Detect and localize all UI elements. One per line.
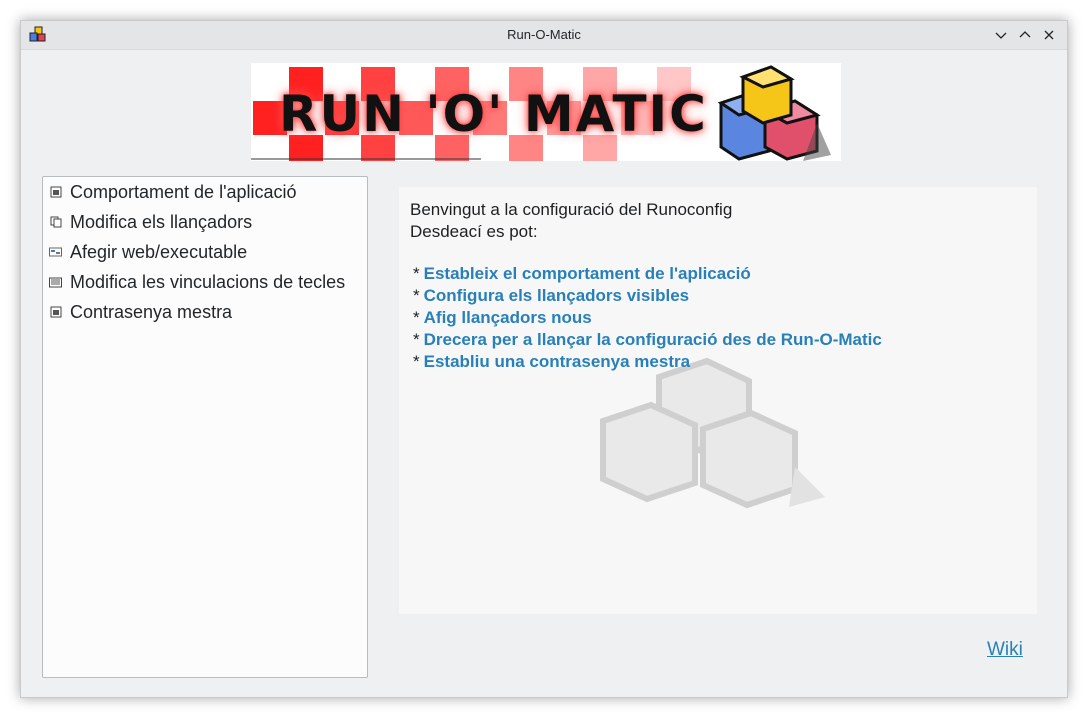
keyboard-icon — [49, 276, 62, 289]
window-icon — [49, 186, 62, 199]
link-shortcut-config[interactable]: Drecera per a llançar la configuració de… — [424, 330, 882, 349]
bullet: * — [413, 308, 420, 327]
sidebar-item-label: Afegir web/executable — [70, 241, 248, 262]
link-row: * Configura els llançadors visibles — [413, 285, 882, 307]
link-row: * Establiu una contrasenya mestra — [413, 351, 882, 373]
titlebar[interactable]: Run-O-Matic — [21, 21, 1067, 50]
banner-title: RUN 'O' MATIC — [279, 85, 708, 143]
sidebar-item-add-web[interactable]: Afegir web/executable — [43, 237, 367, 267]
sidebar-item-label: Modifica els llançadors — [70, 211, 253, 232]
wiki-link[interactable]: Wiki — [987, 639, 1023, 661]
window-icon — [49, 306, 62, 319]
bullet: * — [413, 352, 420, 371]
sidebar-item-label: Modifica les vinculacions de tecles — [70, 271, 346, 292]
maximize-button[interactable] — [1015, 25, 1035, 45]
cubes-logo-icon — [717, 65, 831, 161]
close-button[interactable] — [1039, 25, 1059, 45]
link-row: * Drecera per a llançar la configuració d… — [413, 329, 882, 351]
sidebar-item-behaviour[interactable]: Comportament de l'aplicació — [43, 177, 367, 207]
link-visible-launchers[interactable]: Configura els llançadors visibles — [424, 286, 689, 305]
sidebar-item-master-password[interactable]: Contrasenya mestra — [43, 297, 367, 327]
bullet: * — [413, 264, 420, 283]
intro-text: Benvingut a la configuració del Runoconf… — [410, 199, 732, 243]
close-icon — [1044, 30, 1054, 40]
link-row: * Afig llançadors nous — [413, 307, 882, 329]
sidebar-item-launchers[interactable]: Modifica els llançadors — [43, 207, 367, 237]
sidebar-item-label: Comportament de l'aplicació — [70, 181, 297, 202]
web-exec-icon — [49, 246, 62, 259]
sidebar-item-label: Contrasenya mestra — [70, 301, 233, 322]
link-behaviour[interactable]: Estableix el comportament de l'aplicació — [424, 264, 751, 283]
minimize-button[interactable] — [991, 25, 1011, 45]
minimize-icon — [995, 32, 1007, 39]
link-master-password[interactable]: Establiu una contrasenya mestra — [424, 352, 690, 371]
link-add-launchers[interactable]: Afig llançadors nous — [424, 308, 592, 327]
app-banner: RUN 'O' MATIC — [251, 63, 841, 161]
action-links: * Estableix el comportament de l'aplicaci… — [413, 263, 882, 373]
window-title: Run-O-Matic — [507, 27, 581, 42]
bullet: * — [413, 286, 420, 305]
intro-line-2: Desdeací es pot: — [410, 222, 538, 241]
copy-icon — [49, 216, 62, 229]
sidebar-item-keybindings[interactable]: Modifica les vinculacions de tecles — [43, 267, 367, 297]
link-row: * Estableix el comportament de l'aplicaci… — [413, 263, 882, 285]
main-window: Run-O-Matic RUN 'O' MATIC Comportament d… — [20, 20, 1068, 698]
settings-sidebar: Comportament de l'aplicació Modifica els… — [42, 176, 368, 678]
welcome-panel: Benvingut a la configuració del Runoconf… — [399, 187, 1037, 614]
bullet: * — [413, 330, 420, 349]
intro-line-1: Benvingut a la configuració del Runoconf… — [410, 200, 733, 219]
maximize-icon — [1019, 31, 1031, 38]
